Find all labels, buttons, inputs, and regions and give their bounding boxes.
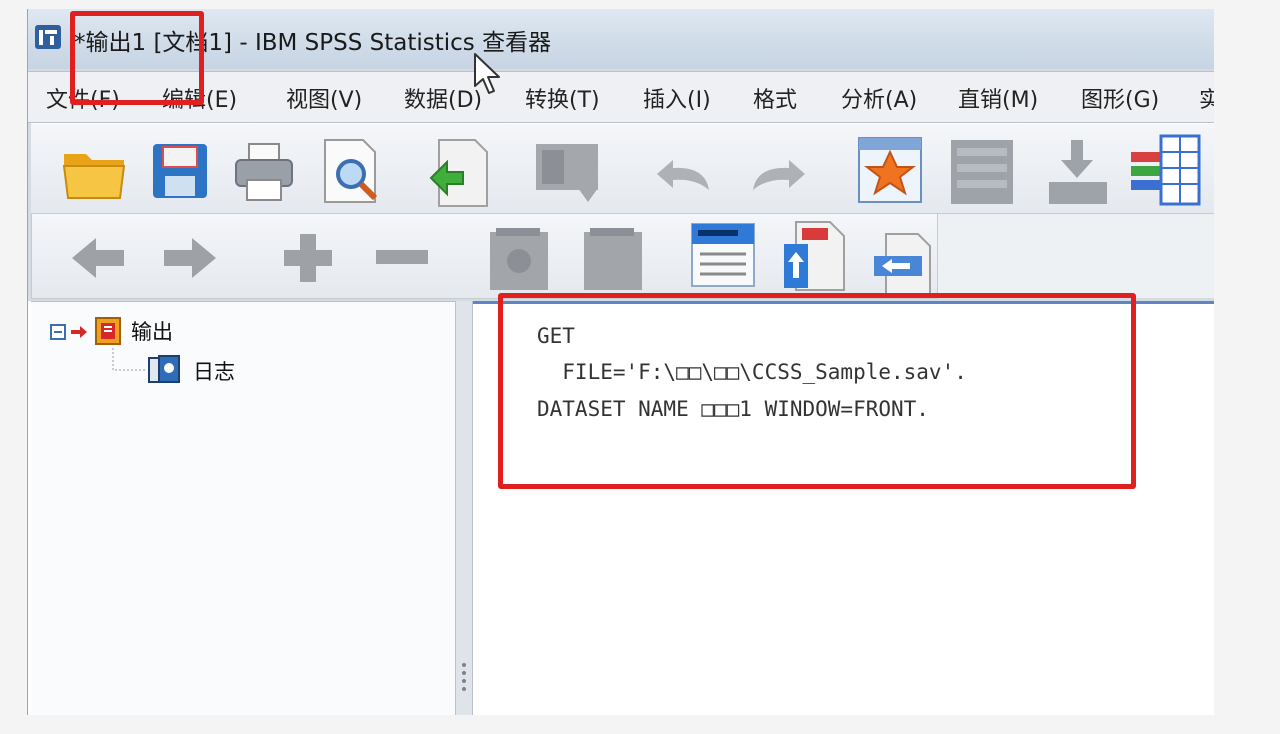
menu-analyze[interactable]: 分析(A)	[841, 82, 917, 114]
insert-text-icon[interactable]	[872, 232, 934, 296]
toolbar-empty-area	[938, 213, 1214, 298]
hide-icon[interactable]	[582, 226, 644, 292]
menu-data[interactable]: 数据(D)	[404, 82, 482, 114]
menu-format[interactable]: 格式	[753, 82, 797, 114]
menu-direct-marketing[interactable]: 直销(M)	[958, 82, 1038, 114]
spss-app-icon	[35, 25, 61, 49]
log-highlight-box	[498, 293, 1136, 489]
log-item-icon	[148, 355, 180, 383]
collapse-icon[interactable]	[374, 248, 430, 266]
outline-root-label[interactable]: 输出	[131, 316, 173, 346]
output-book-icon	[95, 317, 121, 345]
menu-bar: 文件(F) 编辑(E) 视图(V) 数据(D) 转换(T) 插入(I) 格式 分…	[28, 71, 1214, 123]
pane-splitter[interactable]	[456, 301, 473, 715]
menu-insert[interactable]: 插入(I)	[643, 82, 711, 114]
save-icon[interactable]	[151, 142, 209, 200]
redo-icon[interactable]	[749, 158, 809, 194]
splitter-grip	[462, 663, 466, 691]
goto-variable-icon[interactable]	[1045, 138, 1111, 208]
menu-view[interactable]: 视图(V)	[286, 82, 362, 114]
title-highlight-box	[70, 11, 204, 105]
print-preview-icon[interactable]	[321, 138, 383, 206]
recall-dialog-icon[interactable]	[534, 142, 600, 206]
menu-utilities[interactable]: 实	[1199, 82, 1214, 114]
collapse-node-icon[interactable]	[50, 324, 66, 340]
expand-icon[interactable]	[280, 232, 336, 284]
variables-icon[interactable]	[1129, 134, 1201, 206]
print-icon[interactable]	[233, 142, 295, 202]
title-bar: *输出1 [文档1] - IBM SPSS Statistics 查看器	[28, 9, 1214, 69]
tree-connector	[112, 348, 147, 371]
outline-log-label[interactable]: 日志	[193, 356, 235, 386]
demote-icon[interactable]	[162, 236, 218, 280]
open-folder-icon[interactable]	[61, 140, 127, 204]
goto-data-icon[interactable]	[857, 136, 923, 206]
menu-transform[interactable]: 转换(T)	[525, 82, 600, 114]
outline-toolbar	[31, 213, 938, 299]
menu-graphs[interactable]: 图形(G)	[1081, 82, 1159, 114]
insert-heading-icon[interactable]	[688, 220, 758, 290]
promote-icon[interactable]	[70, 236, 126, 280]
main-toolbar	[31, 123, 1214, 220]
insert-title-icon[interactable]	[782, 220, 848, 292]
undo-icon[interactable]	[653, 158, 713, 194]
export-icon[interactable]	[425, 138, 491, 208]
show-icon[interactable]	[488, 226, 550, 292]
mouse-cursor-icon	[474, 53, 500, 94]
selected-arrow-icon	[71, 326, 87, 338]
goto-case-icon[interactable]	[949, 138, 1015, 206]
outline-pane[interactable]: 输出 日志	[31, 301, 456, 715]
